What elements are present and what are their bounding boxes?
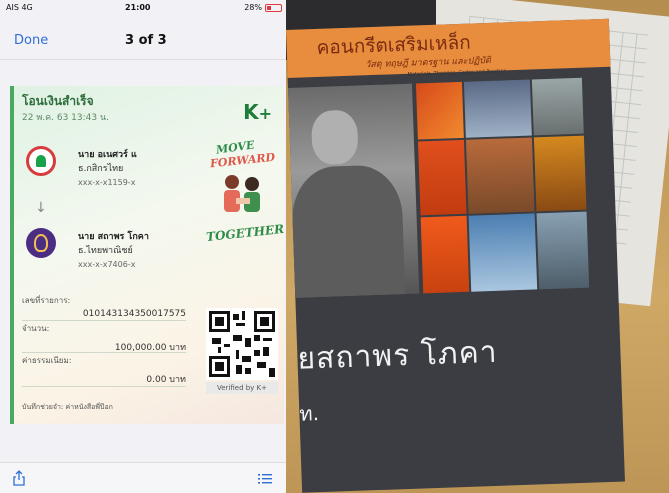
kplus-logo: K+	[243, 100, 272, 124]
building-photo-tile	[536, 211, 590, 290]
sender-name: นาย อเนศวร์ แ	[78, 150, 137, 160]
phone-screenshot: AIS 4G 21:00 28% Done 3 of 3 โอนเงินสำเร…	[0, 0, 286, 493]
memo: บันทึกช่วยจำ: ค่าหนังสือพี่ป๊อก	[22, 403, 113, 411]
nav-bar: Done 3 of 3	[0, 20, 286, 60]
move-forward-art: MOVE FORWARD TOGETHER	[205, 138, 285, 260]
book-cover: คอนกรีตเสริมเหล็ก วัสดุ ทฤษฎี มาตรฐาน แล…	[286, 18, 625, 493]
book-author-suffix: ท.	[298, 401, 320, 426]
author-head	[310, 109, 359, 166]
receiver-bank: ธ.ไทยพาณิชย์	[78, 246, 133, 256]
building-photo-tile	[415, 81, 464, 140]
kplus-logo-k: K	[243, 100, 259, 124]
share-icon[interactable]	[12, 470, 26, 486]
building-photo-tile	[533, 135, 587, 212]
sender-account: xxx-x-x1159-x	[78, 178, 136, 187]
building-photo-tile	[417, 139, 467, 216]
kplus-logo-plus: +	[258, 104, 272, 123]
transfer-slip: โอนเงินสำเร็จ 22 พ.ค. 63 13:43 น. K+ นาย…	[10, 86, 285, 424]
ref-value: 010143134350017575	[82, 309, 186, 319]
kbank-icon	[26, 146, 56, 176]
status-bar: AIS 4G 21:00 28%	[0, 0, 286, 16]
divider	[22, 352, 186, 353]
status-carrier: AIS 4G	[6, 3, 33, 12]
qr-pattern	[209, 311, 275, 377]
list-icon[interactable]	[258, 473, 272, 485]
book-photo: คอนกรีตเสริมเหล็ก วัสดุ ทฤษฎี มาตรฐาน แล…	[286, 0, 669, 493]
sender: นาย อเนศวร์ แ ธ.กสิกรไทย xxx-x-x1159-x	[78, 148, 137, 190]
building-photo-tile	[465, 137, 535, 214]
scb-icon	[26, 228, 56, 258]
fee-value: 0.00 บาท	[146, 375, 186, 385]
fee-label: ค่าธรรมเนียม:	[22, 356, 72, 365]
verified-label: Verified by K+	[206, 382, 278, 394]
status-battery: 28%	[244, 3, 262, 12]
page-counter: 3 of 3	[125, 33, 167, 48]
author-body	[290, 164, 406, 298]
art-people-illustration	[224, 175, 260, 212]
divider	[22, 320, 186, 321]
receiver: นาย สถาพร โกคา ธ.ไทยพาณิชย์ xxx-x-x7406-…	[78, 230, 149, 272]
building-photo-tile	[420, 215, 470, 294]
book-author: ยสถาพร โภคา	[296, 334, 499, 377]
sender-bank: ธ.กสิกรไทย	[78, 164, 124, 174]
receiver-name: นาย สถาพร โกคา	[78, 232, 149, 242]
art-line3: TOGETHER	[205, 221, 285, 245]
battery-icon	[265, 4, 282, 12]
building-photo-tile	[468, 213, 538, 292]
receiver-account: xxx-x-x7406-x	[78, 260, 136, 269]
building-photo-tile	[531, 77, 584, 136]
divider	[22, 386, 186, 387]
slip-datetime: 22 พ.ค. 63 13:43 น.	[22, 113, 109, 123]
done-button[interactable]: Done	[14, 33, 48, 48]
status-time: 21:00	[125, 3, 151, 12]
bottom-toolbar	[0, 462, 286, 493]
author-photo	[288, 83, 420, 298]
arrow-down-icon: ↓	[35, 200, 47, 216]
ref-label: เลขที่รายการ:	[22, 296, 71, 305]
qr-code	[206, 308, 278, 380]
amount-label: จำนวน:	[22, 324, 50, 333]
building-photo-tile	[463, 79, 532, 138]
slip-title: โอนเงินสำเร็จ	[22, 94, 94, 108]
